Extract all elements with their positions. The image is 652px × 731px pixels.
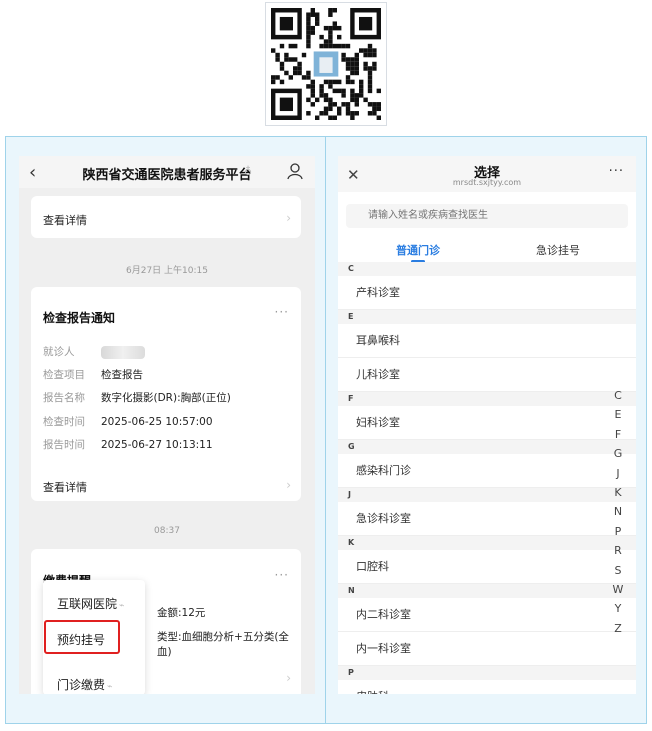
index-letter[interactable]: E [612, 408, 624, 421]
index-letter[interactable]: R [612, 544, 624, 557]
section-header: P [338, 666, 636, 680]
page-title: 陕西省交通医院患者服务平台 [82, 168, 252, 183]
section-header: G [338, 440, 636, 454]
index-letter[interactable]: C [612, 389, 624, 402]
qr-code [265, 2, 387, 126]
report-notification-card[interactable]: 检查报告通知 ··· 就诊人 检查项目 检查报告 报告名称 数字化摄影(DR):胸部… [31, 287, 301, 501]
field-report-time: 报告时间 2025-06-27 10:13:11 [43, 439, 213, 451]
message-timestamp: 6月27日 上午10:15 [126, 266, 208, 276]
link-icon: ⌁ [107, 682, 113, 692]
menu-item-outpatient-payment[interactable]: 门诊缴费 ⌁ [57, 676, 112, 693]
index-letter[interactable]: N [612, 505, 624, 518]
index-letter[interactable]: P [612, 525, 624, 538]
menu-item-internet-hospital[interactable]: 互联网医院 ⌁ [57, 595, 124, 612]
more-options-icon[interactable]: ··· [275, 305, 289, 319]
list-item[interactable]: 耳鼻喉科 [338, 324, 636, 358]
tab-emergency[interactable]: 急诊挂号 [536, 242, 580, 258]
link-icon: ⌁ [119, 601, 125, 611]
frame-divider [325, 136, 326, 724]
list-item[interactable]: 皮肤科 [338, 680, 636, 694]
report-detail-link[interactable]: 查看详情 [43, 479, 87, 495]
chevron-right-icon: › [286, 211, 291, 225]
index-letter[interactable]: Y [612, 602, 624, 615]
blurred-patient-name [101, 345, 145, 359]
official-account-icon: ♁ [244, 165, 253, 178]
message-timestamp: 08:37 [154, 526, 180, 536]
index-letter[interactable]: G [612, 447, 624, 460]
section-header: F [338, 392, 636, 406]
chat-screen: ‹ 陕西省交通医院患者服务平台 ♁ 查看详情 › 6月27日 上午10:15 检… [19, 156, 315, 694]
payment-amount: 金额:12元 [157, 607, 206, 619]
field-exam-time: 检查时间 2025-06-25 10:57:00 [43, 416, 213, 428]
top-card-detail-link[interactable]: 查看详情 [43, 212, 87, 228]
chat-header: ‹ 陕西省交通医院患者服务平台 ♁ [19, 156, 315, 188]
select-header: ✕ 选择 mrsdt.sxjtyy.com ··· [338, 156, 636, 192]
qr-code-image [271, 8, 381, 120]
page-url: mrsdt.sxjtyy.com [452, 178, 522, 187]
index-letter[interactable]: W [612, 583, 624, 596]
chevron-right-icon: › [286, 478, 291, 492]
more-options-icon[interactable]: ··· [609, 164, 624, 179]
field-exam-item: 检查项目 检查报告 [43, 369, 143, 381]
list-item[interactable]: 内二科诊室 [338, 598, 636, 632]
list-item[interactable]: 内一科诊室 [338, 632, 636, 666]
index-letter[interactable]: J [612, 467, 624, 480]
section-header: N [338, 584, 636, 598]
field-report-name: 报告名称 数字化摄影(DR):胸部(正位) [43, 392, 231, 404]
popup-menu: 互联网医院 ⌁ 预约挂号 门诊缴费 ⌁ [43, 580, 145, 694]
list-item[interactable]: 儿科诊室 [338, 358, 636, 392]
chevron-right-icon: › [286, 671, 291, 685]
list-item[interactable]: 急诊科诊室 [338, 502, 636, 536]
index-letter[interactable]: S [612, 564, 624, 577]
department-select-screen: ✕ 选择 mrsdt.sxjtyy.com ··· ⚲ 普通门诊 急诊挂号 C … [338, 156, 636, 694]
top-card: 查看详情 › [31, 196, 301, 238]
tab-general-outpatient[interactable]: 普通门诊 [396, 242, 440, 258]
payment-type: 类型:血细胞分析+五分类(全血) [157, 631, 289, 658]
user-profile-icon[interactable] [287, 162, 303, 180]
list-item[interactable]: 感染科门诊 [338, 454, 636, 488]
report-card-title: 检查报告通知 [43, 311, 116, 325]
section-header: C [338, 262, 636, 276]
menu-item-appointment[interactable]: 预约挂号 [57, 631, 105, 648]
list-item[interactable]: 口腔科 [338, 550, 636, 584]
list-item[interactable]: 妇科诊室 [338, 406, 636, 440]
index-letter[interactable]: F [612, 428, 624, 441]
field-patient: 就诊人 [43, 344, 145, 359]
section-header: K [338, 536, 636, 550]
section-header: J [338, 488, 636, 502]
more-options-icon[interactable]: ··· [275, 568, 289, 582]
index-letter[interactable]: Z [612, 622, 624, 635]
doctor-search-input[interactable] [346, 204, 628, 228]
list-item[interactable]: 产科诊室 [338, 276, 636, 310]
index-letter[interactable]: K [612, 486, 624, 499]
section-header: E [338, 310, 636, 324]
